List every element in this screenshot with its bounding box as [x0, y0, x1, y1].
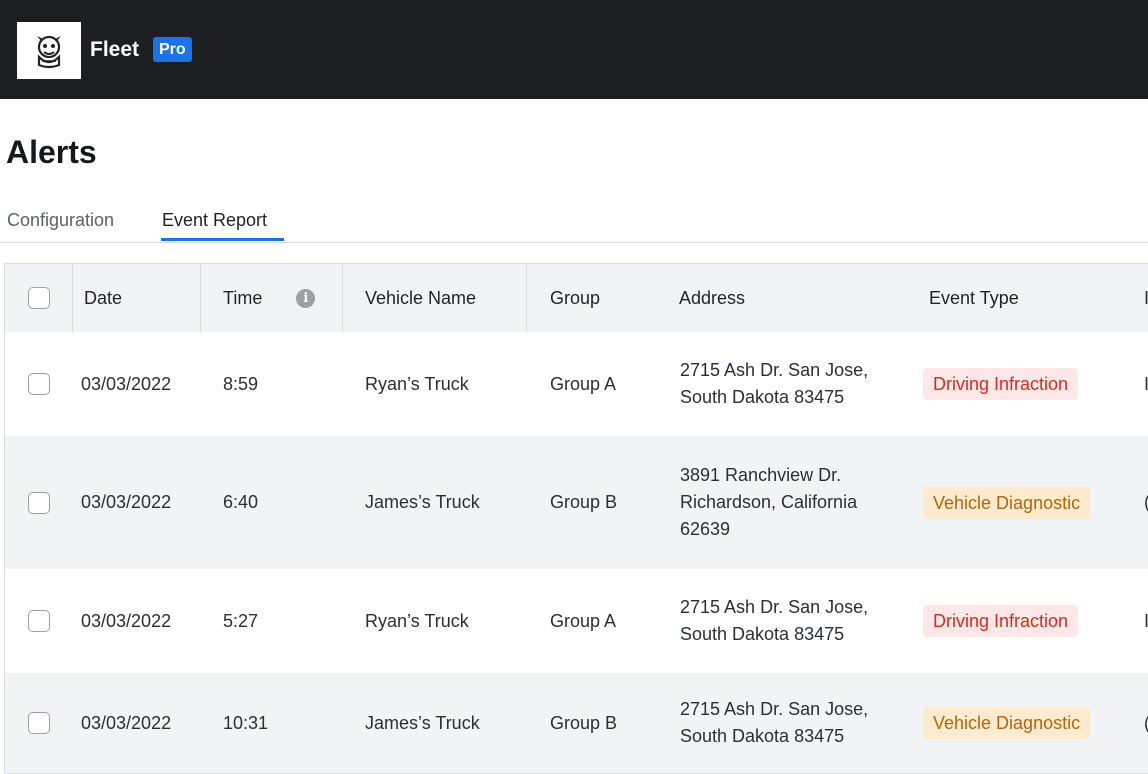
mascot-logo-icon	[37, 35, 61, 68]
header-vehicle-name[interactable]: Vehicle Name	[365, 264, 476, 332]
cell-address-wrap: 2715 Ash Dr. San Jose, South Dakota 8347…	[680, 569, 910, 673]
cell-event-type: Driving Infraction	[923, 332, 1079, 436]
cell-event-type: Vehicle Diagnostic	[923, 673, 1091, 773]
header-address[interactable]: Address	[679, 264, 745, 332]
cell-date: 03/03/2022	[81, 610, 172, 631]
row-checkbox-cell	[28, 569, 50, 673]
column-divider[interactable]	[526, 264, 527, 332]
row-checkbox[interactable]	[28, 610, 50, 632]
row-checkbox-cell	[28, 673, 50, 773]
row-checkbox-cell	[28, 332, 50, 436]
table-row[interactable]: 03/03/2022 5:27 Ryan’s Truck Group A 271…	[5, 569, 1148, 673]
cell-address: 2715 Ash Dr. San Jose, South Dakota 8347…	[680, 597, 869, 644]
cell-next-partial: I	[1144, 610, 1148, 631]
cell-time: 5:27	[223, 610, 259, 631]
cell-next-partial: (	[1144, 436, 1148, 569]
event-type-badge: Vehicle Diagnostic	[923, 486, 1091, 519]
header-group[interactable]: Group	[550, 264, 600, 332]
row-checkbox[interactable]	[28, 491, 50, 514]
header-next-partial: I	[1144, 264, 1148, 332]
cell-group: Group B	[550, 492, 618, 512]
cell-vehicle: Ryan’s Truck	[365, 373, 469, 394]
cell-address-wrap: 2715 Ash Dr. San Jose, South Dakota 8347…	[680, 673, 910, 773]
select-all-cell	[28, 264, 50, 332]
event-type-badge: Driving Infraction	[923, 368, 1079, 400]
header-address-label: Address	[679, 287, 746, 308]
cell-group: Group B	[550, 712, 618, 733]
cell-next-partial: I	[1144, 373, 1148, 394]
table-header: Date Time i Vehicle Name Group Address E…	[5, 264, 1148, 332]
row-checkbox-cell	[28, 436, 50, 569]
table-row[interactable]: 03/03/2022 6:40 James’s Truck Group B 38…	[5, 436, 1148, 569]
header-next-label: I	[1144, 287, 1148, 308]
header-group-label: Group	[550, 287, 601, 308]
tab-event-report[interactable]: Event Report	[162, 208, 267, 232]
row-checkbox[interactable]	[28, 373, 50, 395]
header-time-label: Time	[223, 287, 263, 308]
cell-vehicle: James’s Truck	[365, 712, 480, 733]
row-checkbox[interactable]	[28, 712, 50, 734]
top-bar: Fleet Pro	[0, 0, 1148, 99]
cell-address-wrap: 3891 Ranchview Dr. Richardson, Californi…	[680, 436, 895, 569]
header-event-type-label: Event Type	[929, 287, 1019, 308]
header-date[interactable]: Date	[84, 264, 122, 332]
event-type-badge: Driving Infraction	[923, 605, 1079, 637]
cell-event-type: Vehicle Diagnostic	[923, 436, 1091, 569]
cell-next-partial: (	[1144, 673, 1148, 773]
brand-logo[interactable]	[17, 22, 81, 79]
cell-time: 10:31	[223, 712, 269, 733]
header-event-type[interactable]: Event Type	[929, 264, 1019, 332]
column-divider[interactable]	[72, 264, 73, 332]
active-tab-indicator	[161, 238, 284, 241]
event-type-badge: Vehicle Diagnostic	[923, 707, 1091, 739]
cell-address-wrap: 2715 Ash Dr. San Jose, South Dakota 8347…	[680, 332, 910, 436]
cell-date: 03/03/2022	[81, 712, 172, 733]
cell-date: 03/03/2022	[81, 492, 172, 512]
column-divider[interactable]	[200, 264, 201, 332]
cell-date: 03/03/2022	[81, 373, 172, 394]
table-row[interactable]: 03/03/2022 10:31 James’s Truck Group B 2…	[5, 673, 1148, 773]
header-date-label: Date	[84, 287, 123, 308]
cell-time: 6:40	[223, 492, 259, 512]
tab-configuration[interactable]: Configuration	[7, 208, 114, 232]
cell-event-type: Driving Infraction	[923, 569, 1079, 673]
header-vehicle-label: Vehicle Name	[365, 287, 477, 308]
cell-address: 2715 Ash Dr. San Jose, South Dakota 8347…	[680, 699, 869, 746]
event-report-table: Date Time i Vehicle Name Group Address E…	[4, 263, 1148, 774]
cell-vehicle: Ryan’s Truck	[365, 610, 469, 631]
cell-vehicle: James’s Truck	[365, 492, 480, 512]
cell-group: Group A	[550, 610, 617, 631]
brand-name: Fleet	[90, 38, 140, 61]
cell-address: 2715 Ash Dr. San Jose, South Dakota 8347…	[680, 360, 869, 407]
table-row[interactable]: 03/03/2022 8:59 Ryan’s Truck Group A 271…	[5, 332, 1148, 436]
cell-address: 3891 Ranchview Dr. Richardson, Californi…	[680, 465, 858, 539]
pro-badge: Pro	[153, 37, 192, 62]
header-time[interactable]: Time i	[223, 264, 316, 332]
cell-time: 8:59	[223, 373, 259, 394]
select-all-checkbox[interactable]	[28, 287, 50, 309]
tab-bar: Configuration Event Report	[0, 198, 1148, 243]
info-icon[interactable]: i	[296, 288, 316, 308]
page-title: Alerts	[6, 134, 97, 170]
cell-group: Group A	[550, 373, 617, 394]
column-divider[interactable]	[342, 264, 343, 332]
